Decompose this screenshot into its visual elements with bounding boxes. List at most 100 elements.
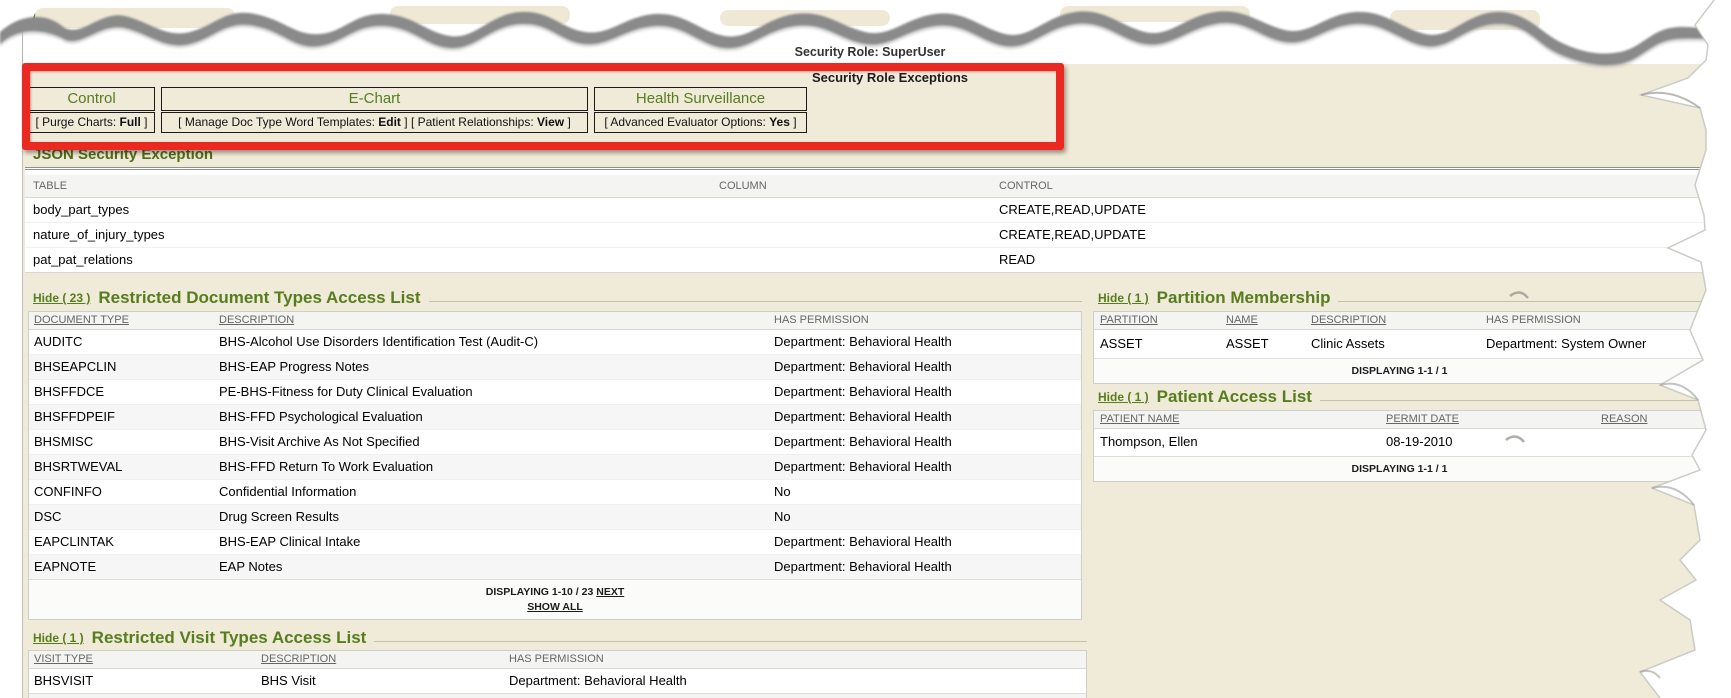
displaying-label: DISPLAYING 1-10 / 23 bbox=[486, 586, 594, 598]
paper-sliver bbox=[390, 6, 570, 24]
visit-types-title: Restricted Visit Types Access List bbox=[92, 628, 367, 648]
cell-column bbox=[711, 223, 991, 247]
column-header-description[interactable]: DESCRIPTION bbox=[256, 651, 504, 668]
panel-health-surveillance: Health Surveillance [ Advanced Evaluator… bbox=[594, 87, 807, 133]
cell-table: nature_of_injury_types bbox=[25, 223, 711, 247]
column-header-has-permission: HAS PERMISSION bbox=[769, 312, 1081, 329]
column-header-reason[interactable]: REASON bbox=[1595, 411, 1705, 428]
visit-types-section-heading: Hide ( 1 ) Restricted Visit Types Access… bbox=[33, 628, 1087, 648]
cell-permission: Department: Behavioral Health bbox=[769, 330, 1081, 354]
cell-table: pat_pat_relations bbox=[25, 248, 711, 272]
column-header-patient-name[interactable]: PATIENT NAME bbox=[1094, 411, 1380, 428]
panel-echart-title: E-Chart bbox=[161, 87, 588, 111]
hide-link-partition-membership[interactable]: Hide ( 1 ) bbox=[1098, 291, 1149, 305]
security-role-page: Security Role: SuperUser Security Role E… bbox=[0, 0, 1731, 698]
column-header-description[interactable]: DESCRIPTION bbox=[214, 312, 769, 329]
column-header-table: TABLE bbox=[25, 175, 711, 197]
column-header-document-type[interactable]: DOCUMENT TYPE bbox=[29, 312, 214, 329]
partition-membership-table: PARTITION NAME DESCRIPTION HAS PERMISSIO… bbox=[1093, 311, 1706, 384]
heading-rule bbox=[1338, 301, 1706, 302]
table-row: BHSEAPCLINBHS-EAP Progress NotesDepartme… bbox=[29, 354, 1081, 379]
cell-permit-date: 08-19-2010 bbox=[1380, 429, 1595, 456]
show-all-link[interactable]: SHOW ALL bbox=[527, 601, 583, 613]
partition-membership-table-header: PARTITION NAME DESCRIPTION HAS PERMISSIO… bbox=[1094, 312, 1705, 330]
table-row: CONFINFOConfidential InformationNo bbox=[29, 479, 1081, 504]
cell-description: Confidential Information bbox=[214, 480, 769, 504]
option-value: Edit bbox=[378, 115, 401, 129]
column-header-description[interactable]: DESCRIPTION bbox=[1305, 312, 1480, 329]
cell-description: BHS-EAP Progress Notes bbox=[214, 355, 769, 379]
cell-description: BHS Visit bbox=[256, 669, 504, 693]
hide-link-visit-types[interactable]: Hide ( 1 ) bbox=[33, 631, 84, 645]
partition-membership-title: Partition Membership bbox=[1157, 288, 1331, 308]
displaying-label: DISPLAYING 1-1 / 1 bbox=[1352, 365, 1448, 377]
cell-permission: No bbox=[769, 480, 1081, 504]
column-header-has-permission: HAS PERMISSION bbox=[1480, 312, 1705, 329]
cell-permission: Department: Behavioral Health bbox=[769, 380, 1081, 404]
hide-link-document-types[interactable]: Hide ( 23 ) bbox=[33, 291, 90, 305]
column-header-visit-type[interactable]: VISIT TYPE bbox=[29, 651, 256, 668]
table-row: DSCDrug Screen ResultsNo bbox=[29, 504, 1081, 529]
option-label: [ Manage Doc Type Word Templates: bbox=[178, 115, 378, 129]
paper-sliver bbox=[1060, 6, 1250, 22]
cell-control: CREATE,READ,UPDATE bbox=[991, 198, 1708, 222]
table-row: body_part_types CREATE,READ,UPDATE bbox=[25, 198, 1708, 222]
option-value: Full bbox=[120, 115, 141, 129]
document-types-title: Restricted Document Types Access List bbox=[98, 288, 420, 308]
cell-name: ASSET bbox=[1220, 330, 1305, 358]
panel-echart: E-Chart [ Manage Doc Type Word Templates… bbox=[161, 87, 588, 133]
table-row: pat_pat_relations READ bbox=[25, 247, 1708, 272]
table-row: BHSMISCBHS-Visit Archive As Not Specifie… bbox=[29, 429, 1081, 454]
panel-control-title: Control bbox=[28, 87, 155, 111]
table-row: AUDITCBHS-Alcohol Use Disorders Identifi… bbox=[29, 330, 1081, 354]
cell-type: BHSEAPCLIN bbox=[29, 355, 214, 379]
cell-type: BHSFFDPEIF bbox=[29, 405, 214, 429]
panel-health-surveillance-title: Health Surveillance bbox=[594, 87, 807, 111]
table-row: BHSFFDPEIFBHS-FFD Psychological Evaluati… bbox=[29, 404, 1081, 429]
cell-permission: Department: Behavioral Health bbox=[769, 355, 1081, 379]
json-security-table: TABLE COLUMN CONTROL body_part_types CRE… bbox=[25, 167, 1708, 273]
paper-sliver bbox=[1390, 10, 1540, 30]
panel-health-surveillance-options: [ Advanced Evaluator Options: Yes ] bbox=[594, 112, 807, 133]
torn-shadow-soft bbox=[0, 14, 1731, 68]
column-header-partition[interactable]: PARTITION bbox=[1094, 312, 1220, 329]
cell-description: BHS-FFD Psychological Evaluation bbox=[214, 405, 769, 429]
cell-description: BHS-Visit Archive As Not Specified bbox=[214, 430, 769, 454]
table-row: BHSRTWEVALBHS-FFD Return To Work Evaluat… bbox=[29, 454, 1081, 479]
document-types-section-heading: Hide ( 23 ) Restricted Document Types Ac… bbox=[33, 288, 1082, 308]
cell-column bbox=[711, 198, 991, 222]
patient-access-table: PATIENT NAME PERMIT DATE REASON Thompson… bbox=[1093, 410, 1706, 482]
table-row: nature_of_injury_types CREATE,READ,UPDAT… bbox=[25, 222, 1708, 247]
cell-permission: Department: System Owner bbox=[1480, 330, 1705, 358]
cell-type: CONFINFO bbox=[29, 480, 214, 504]
cell-control: READ bbox=[991, 248, 1708, 272]
heading-rule bbox=[429, 301, 1082, 302]
column-header-permit-date[interactable]: PERMIT DATE bbox=[1380, 411, 1595, 428]
visit-types-table-header: VISIT TYPE DESCRIPTION HAS PERMISSION bbox=[29, 651, 1086, 669]
cell-permission: Department: Behavioral Health bbox=[769, 405, 1081, 429]
cell-type: AUDITC bbox=[29, 330, 214, 354]
cell-permission: Department: Behavioral Health bbox=[769, 530, 1081, 554]
heading-rule bbox=[1320, 400, 1706, 401]
cell-description: EAP Notes bbox=[214, 555, 769, 579]
document-types-table: DOCUMENT TYPE DESCRIPTION HAS PERMISSION… bbox=[28, 311, 1082, 620]
cell-description: BHS-FFD Return To Work Evaluation bbox=[214, 455, 769, 479]
next-page-link[interactable]: NEXT bbox=[596, 586, 624, 598]
cell-permission: Department: Behavioral Health bbox=[504, 669, 1086, 693]
column-header-name[interactable]: NAME bbox=[1220, 312, 1305, 329]
paper-sliver bbox=[35, 8, 235, 28]
column-header-control: CONTROL bbox=[991, 175, 1708, 197]
cell-column bbox=[711, 248, 991, 272]
cell-description: Clinic Assets bbox=[1305, 330, 1480, 358]
cell-partition: ASSET bbox=[1094, 330, 1220, 358]
json-security-heading: JSON Security Exception bbox=[33, 146, 213, 163]
partition-membership-section-heading: Hide ( 1 ) Partition Membership bbox=[1098, 288, 1706, 308]
torn-heading-fragment: A bbox=[30, 10, 42, 30]
heading-rule bbox=[374, 641, 1087, 642]
cell-permission: Department: Behavioral Health bbox=[769, 430, 1081, 454]
table-row: EAPCLINTAKBHS-EAP Clinical IntakeDepartm… bbox=[29, 529, 1081, 554]
patient-access-paging: DISPLAYING 1-1 / 1 bbox=[1094, 456, 1705, 481]
hide-link-patient-access[interactable]: Hide ( 1 ) bbox=[1098, 390, 1149, 404]
option-value: View bbox=[537, 115, 564, 129]
role-exception-panels: Control [ Purge Charts: Full ] E-Chart [… bbox=[28, 87, 807, 133]
